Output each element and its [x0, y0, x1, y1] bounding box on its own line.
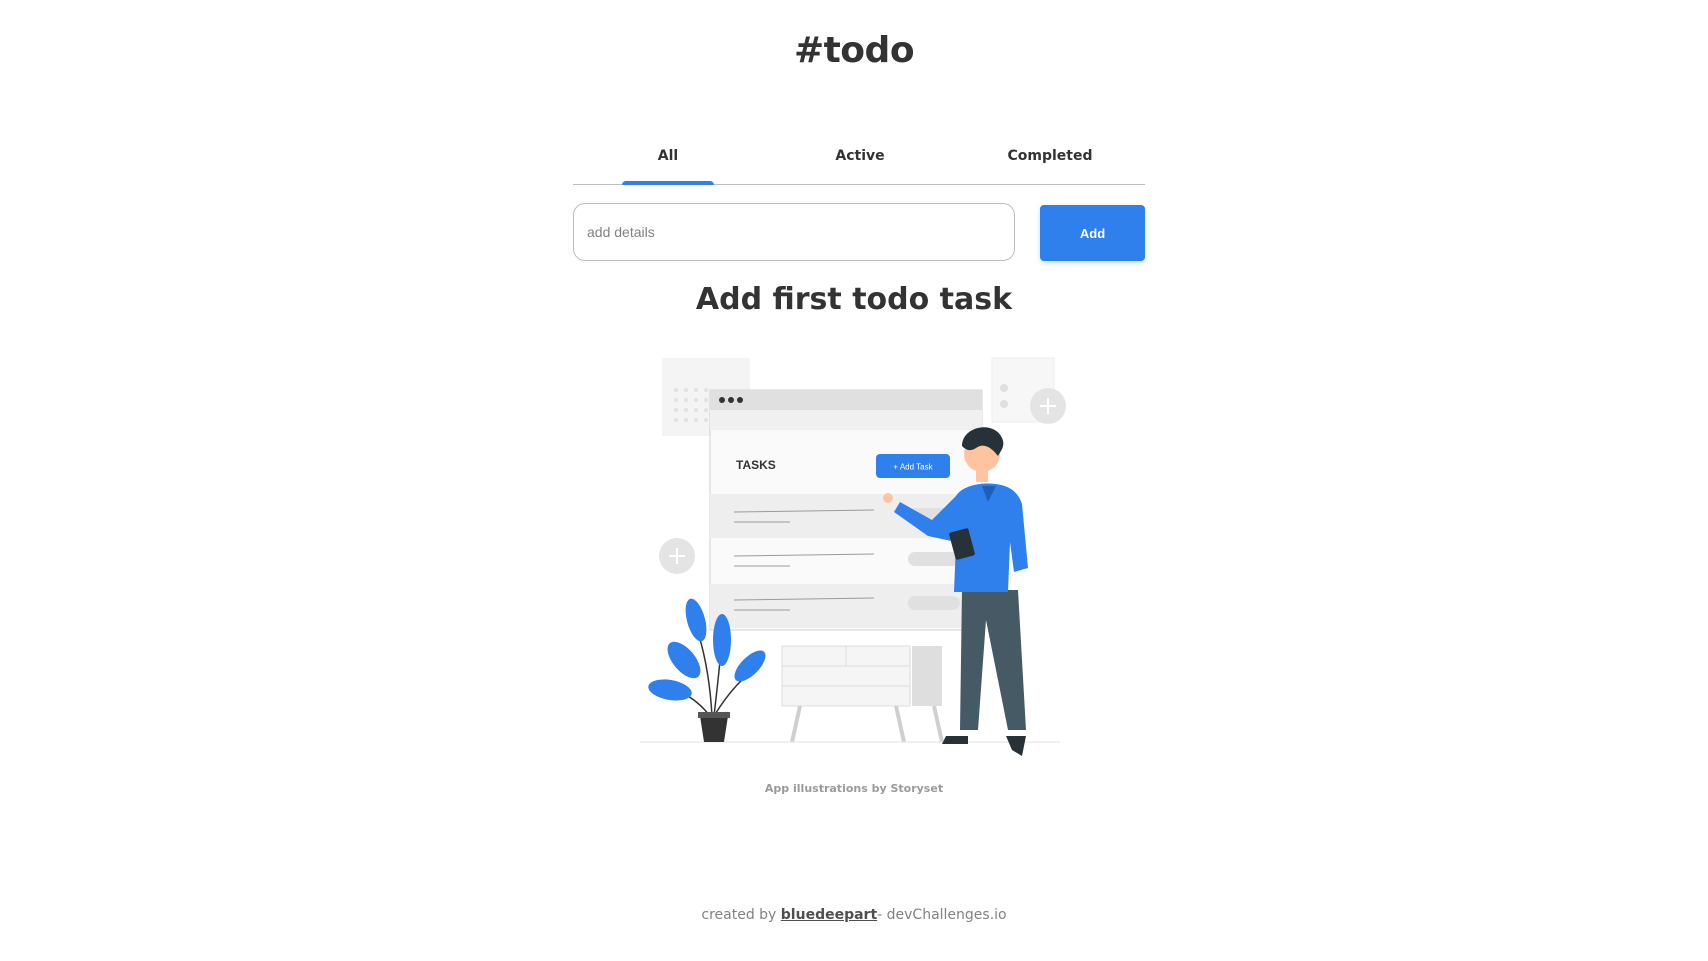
- author-link[interactable]: bluedeepart: [781, 907, 877, 923]
- tab-all-label: All: [657, 148, 679, 164]
- footer: created by bluedeepart- devChallenges.io: [0, 907, 1708, 923]
- app-title: #todo: [793, 30, 915, 71]
- tab-active[interactable]: Active: [765, 138, 955, 184]
- tab-completed-label: Completed: [1007, 148, 1093, 164]
- filter-tabs: All Active Completed: [573, 138, 1145, 185]
- illustration-add-task-label: + Add Task: [893, 463, 933, 472]
- tab-all[interactable]: All: [573, 138, 763, 185]
- footer-suffix: - devChallenges.io: [877, 907, 1007, 923]
- active-tab-indicator: [622, 181, 714, 185]
- tab-active-label: Active: [835, 148, 885, 164]
- tasks-label: TASKS: [736, 458, 776, 472]
- empty-state-heading: Add first todo task: [695, 282, 1013, 317]
- illustration-credit: App illustrations by Storyset: [764, 782, 944, 795]
- add-details-input[interactable]: [573, 203, 1015, 261]
- add-button[interactable]: Add: [1040, 205, 1145, 261]
- empty-state-illustration: TASKS + Add Task: [640, 357, 1066, 756]
- tab-completed[interactable]: Completed: [955, 138, 1145, 184]
- footer-prefix: created by: [701, 907, 781, 923]
